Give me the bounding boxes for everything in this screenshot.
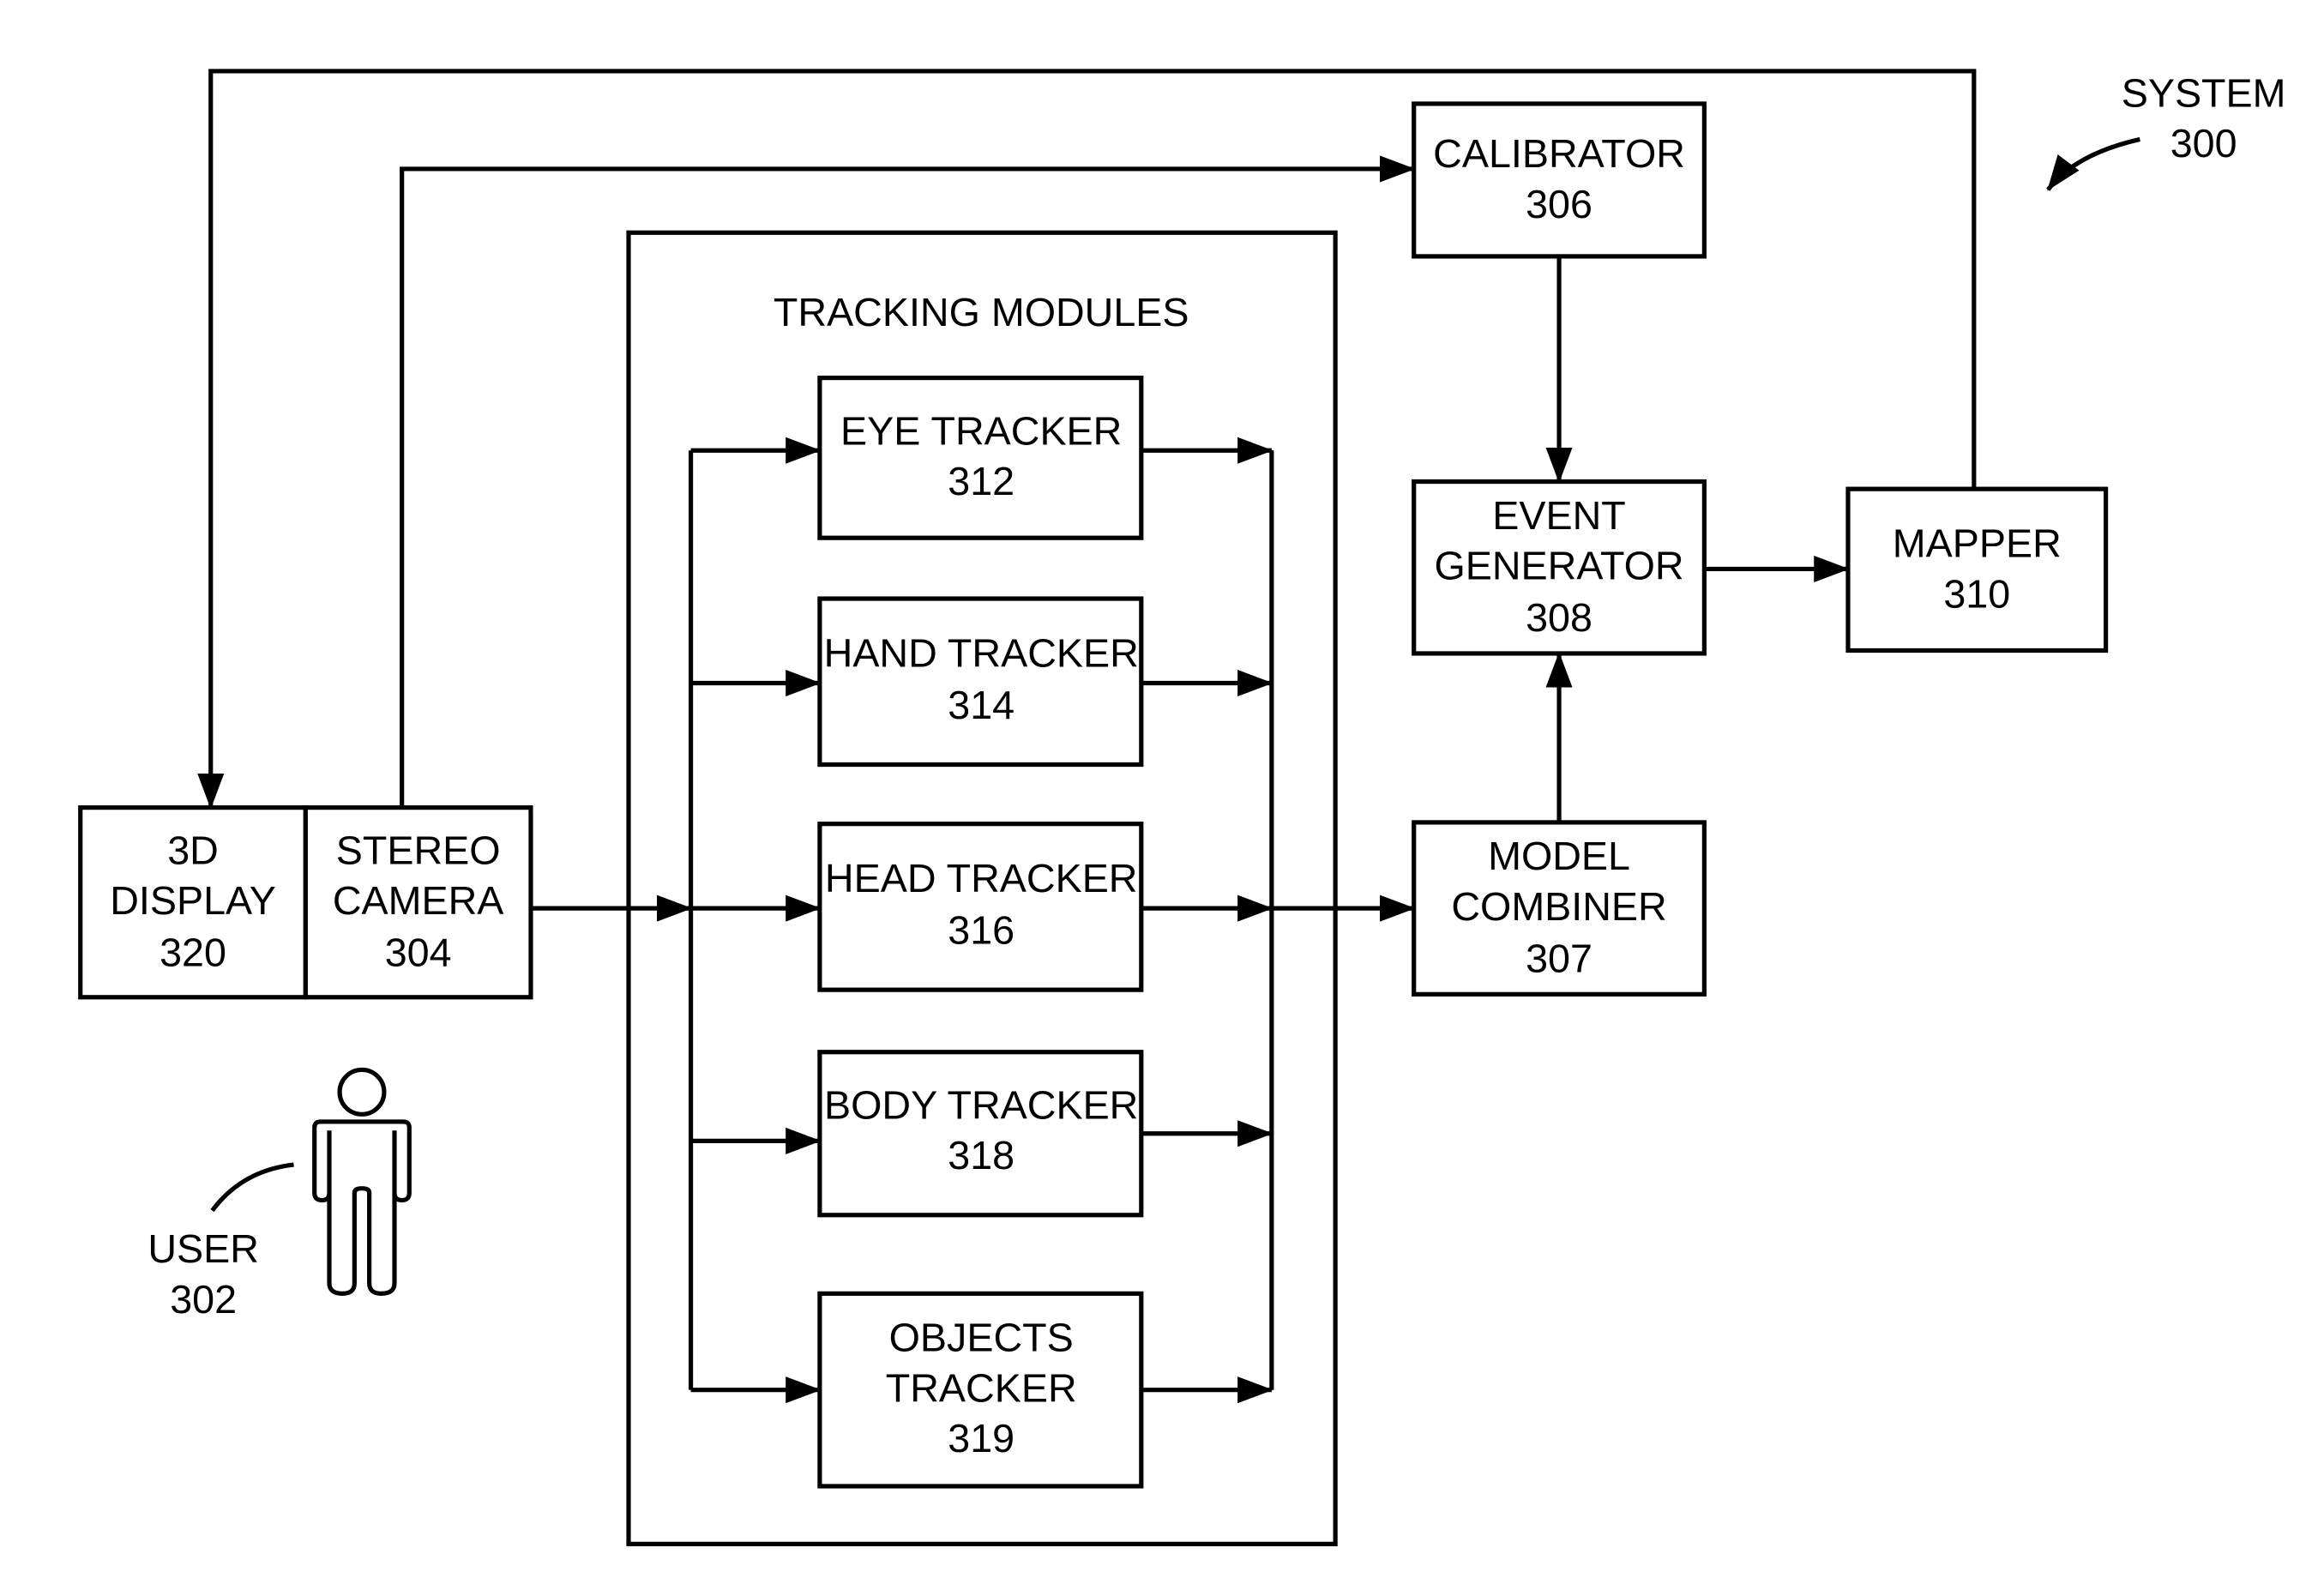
- calibrator-block: CALIBRATOR 306: [1412, 101, 1707, 259]
- camera-label-1: STEREO: [336, 828, 501, 872]
- tracker-number: 312: [948, 459, 1014, 503]
- tracker-body: BODY TRACKER 318: [817, 1050, 1144, 1218]
- mapper-label: MAPPER: [1893, 521, 2062, 566]
- model-combiner-number: 307: [1526, 936, 1592, 980]
- hand-tracker-box: [817, 596, 1144, 768]
- system-diagram: SYSTEM 300 TRACKING MODULES 3D DISPLAY 3…: [78, 69, 2286, 1546]
- event-generator-label-1: EVENT: [1492, 493, 1626, 538]
- user-pointer-line: [210, 1162, 294, 1213]
- tracker-hand: HAND TRACKER 314: [817, 596, 1144, 768]
- model-combiner-label-2: COMBINER: [1451, 884, 1666, 929]
- system-label-line2: 300: [2170, 121, 2237, 166]
- user-label-line2: 302: [170, 1277, 237, 1322]
- calibrator-box: [1412, 101, 1707, 259]
- eye-tracker-box: [817, 375, 1144, 540]
- tracker-number: 319: [948, 1416, 1014, 1461]
- system-label-line1: SYSTEM: [2122, 70, 2286, 115]
- tracker-number: 314: [948, 683, 1014, 727]
- display-camera-unit: 3D DISPLAY 320 STEREO CAMERA 304: [78, 805, 533, 1000]
- tracker-label: HEAD TRACKER: [825, 856, 1138, 900]
- camera-label-3: 304: [385, 931, 452, 975]
- event-generator-number: 308: [1526, 595, 1592, 640]
- display-label-1: 3D: [167, 828, 219, 872]
- tracker-objects: OBJECTS TRACKER 319: [817, 1291, 1144, 1489]
- event-generator-label-2: GENERATOR: [1434, 544, 1683, 588]
- tracker-label: EYE TRACKER: [840, 408, 1122, 453]
- calibrator-label: CALIBRATOR: [1433, 131, 1685, 176]
- mapper-number: 310: [1943, 571, 2010, 616]
- model-combiner-block: MODEL COMBINER 307: [1412, 820, 1707, 997]
- system-pointer-arrow-icon: [2046, 136, 2140, 191]
- tracker-label-2: TRACKER: [886, 1365, 1077, 1410]
- head-tracker-box: [817, 822, 1144, 992]
- tracking-modules-title: TRACKING MODULES: [774, 290, 1189, 334]
- tracker-number: 316: [948, 908, 1014, 953]
- system-label: SYSTEM 300: [2122, 70, 2286, 166]
- tracker-label: HAND TRACKER: [824, 631, 1139, 676]
- tracker-label: OBJECTS: [889, 1316, 1074, 1360]
- camera-label-2: CAMERA: [333, 878, 504, 923]
- event-generator-block: EVENT GENERATOR 308: [1412, 479, 1707, 656]
- user-figure-icon: [312, 1067, 412, 1296]
- mapper-box: [1845, 486, 2109, 653]
- user-label-line1: USER: [148, 1226, 259, 1271]
- tracker-number: 318: [948, 1133, 1014, 1177]
- tracker-eye: EYE TRACKER 312: [817, 375, 1144, 540]
- calibrator-number: 306: [1526, 182, 1592, 226]
- display-label-2: DISPLAY: [110, 878, 276, 923]
- tracker-head: HEAD TRACKER 316: [817, 822, 1144, 992]
- model-combiner-label-1: MODEL: [1488, 834, 1630, 878]
- tracker-label: BODY TRACKER: [824, 1082, 1138, 1127]
- mapper-block: MAPPER 310: [1845, 486, 2109, 653]
- display-label-3: 320: [160, 931, 226, 975]
